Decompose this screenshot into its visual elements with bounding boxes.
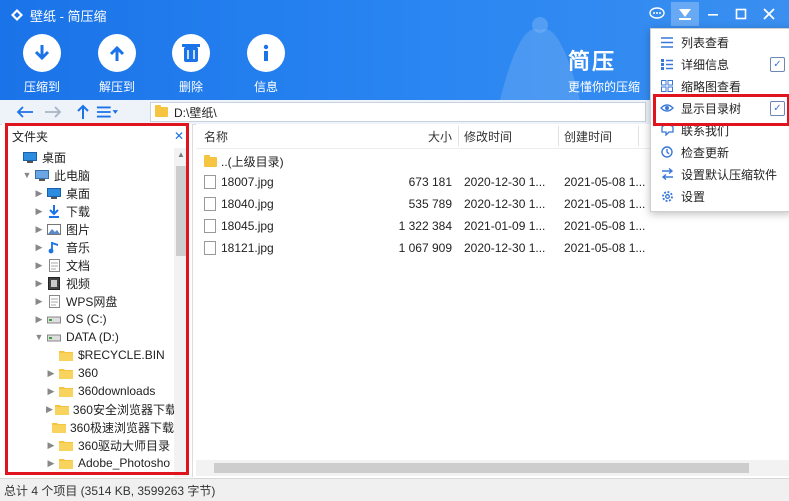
file-size: 1 322 384: [398, 219, 452, 233]
file-modified: 2021-01-09 1...: [464, 219, 546, 233]
column-modified[interactable]: 修改时间: [464, 128, 512, 145]
path-input[interactable]: D:\壁纸\: [150, 102, 646, 122]
window-title: 壁纸 - 简压缩: [30, 8, 107, 24]
extract-label: 解压到: [98, 80, 135, 94]
file-row[interactable]: 18007.jpg 673 181 2020-12-30 1... 2021-05-0…: [196, 172, 656, 192]
window-controls: [643, 2, 783, 26]
hscroll-thumb[interactable]: [214, 463, 749, 473]
status-text: 总计 4 个项目 (3514 KB, 3599263 字节): [4, 483, 216, 498]
file-created: 2021-05-08 1...: [564, 241, 646, 255]
menu-item[interactable]: 检查更新: [651, 141, 789, 163]
trash-icon: [172, 34, 210, 72]
sidebar-highlight-box: [5, 123, 189, 475]
horizontal-scrollbar[interactable]: [196, 460, 789, 476]
menu-item[interactable]: 详细信息 ✓: [651, 53, 789, 75]
file-row[interactable]: 18045.jpg 1 322 384 2021-01-09 1... 2021-05…: [196, 216, 656, 236]
file-name: 18045.jpg: [221, 219, 274, 233]
menu-item-label: 详细信息: [681, 57, 730, 72]
file-modified: 2020-12-30 1...: [464, 241, 546, 255]
list-icon: [659, 36, 675, 48]
file-created: 2021-05-08 1...: [564, 175, 646, 189]
brand-slogan: 更懂你的压缩: [568, 80, 641, 94]
image-file-icon: [204, 197, 216, 211]
brand: 简压 更懂你的压缩: [568, 44, 640, 95]
window-title-bar: 壁纸 - 简压缩: [10, 6, 107, 24]
file-modified: 2020-12-30 1...: [464, 175, 546, 189]
menu-item[interactable]: 列表查看: [651, 31, 789, 53]
compress-icon: [23, 34, 61, 72]
folder-icon: [155, 105, 168, 117]
compress-label: 压缩到: [23, 80, 60, 94]
parent-dir-label: ..(上级目录): [221, 155, 284, 169]
file-created: 2021-05-08 1...: [564, 197, 646, 211]
info-icon: [247, 34, 285, 72]
close-button[interactable]: [755, 2, 783, 26]
delete-label: 删除: [178, 80, 203, 94]
thumbnail-icon: [659, 80, 675, 92]
file-name: 18121.jpg: [221, 241, 274, 255]
app-logo-icon: [10, 8, 24, 22]
file-name: 18007.jpg: [221, 175, 274, 189]
file-row[interactable]: 18121.jpg 1 067 909 2020-12-30 1... 2021-05…: [196, 238, 656, 258]
file-name: 18040.jpg: [221, 197, 274, 211]
view-menu-button[interactable]: [96, 103, 118, 121]
info-label: 信息: [253, 80, 278, 94]
menu-highlight-box: [653, 94, 789, 126]
menu-item[interactable]: 设置默认压缩软件: [651, 163, 789, 185]
feedback-icon[interactable]: [643, 2, 671, 26]
menu-item-label: 设置: [681, 189, 706, 204]
file-modified: 2020-12-30 1...: [464, 197, 546, 211]
image-file-icon: [204, 241, 216, 255]
folder-icon: [204, 154, 217, 167]
checkbox-checked-icon[interactable]: ✓: [770, 57, 785, 72]
back-button[interactable]: [14, 103, 36, 121]
file-row[interactable]: 18040.jpg 535 789 2020-12-30 1... 2021-05-0…: [196, 194, 656, 214]
compress-button[interactable]: 压缩到: [12, 34, 72, 95]
image-file-icon: [204, 175, 216, 189]
up-button[interactable]: [72, 103, 94, 121]
delete-button[interactable]: 删除: [161, 34, 221, 95]
path-text: D:\壁纸\: [174, 105, 217, 120]
menu-dropdown-button[interactable]: [671, 2, 699, 26]
parent-dir-row[interactable]: ..(上级目录): [196, 150, 656, 170]
extract-icon: [98, 34, 136, 72]
menu-item-label: 缩略图查看: [681, 79, 742, 94]
column-created[interactable]: 创建时间: [564, 128, 612, 145]
column-name[interactable]: 名称: [204, 128, 228, 145]
update-icon: [659, 146, 675, 158]
menu-item-label: 列表查看: [681, 35, 730, 50]
info-button[interactable]: 信息: [236, 34, 296, 95]
menu-item[interactable]: 设置: [651, 185, 789, 207]
file-created: 2021-05-08 1...: [564, 219, 646, 233]
image-file-icon: [204, 219, 216, 233]
status-bar: 总计 4 个项目 (3514 KB, 3599263 字节): [0, 478, 789, 501]
menu-item-label: 检查更新: [681, 145, 730, 160]
brand-name: 简压: [568, 49, 617, 74]
minimize-button[interactable]: [699, 2, 727, 26]
forward-button[interactable]: [42, 103, 64, 121]
file-size: 673 181: [408, 175, 452, 189]
swap-icon: [659, 168, 675, 180]
details-icon: [659, 58, 675, 70]
menu-item-label: 设置默认压缩软件: [681, 167, 778, 182]
maximize-button[interactable]: [727, 2, 755, 26]
extract-button[interactable]: 解压到: [87, 34, 147, 95]
file-size: 1 067 909: [398, 241, 452, 255]
file-size: 535 789: [408, 197, 452, 211]
gear-icon: [659, 190, 675, 203]
column-size[interactable]: 大小: [428, 128, 452, 145]
